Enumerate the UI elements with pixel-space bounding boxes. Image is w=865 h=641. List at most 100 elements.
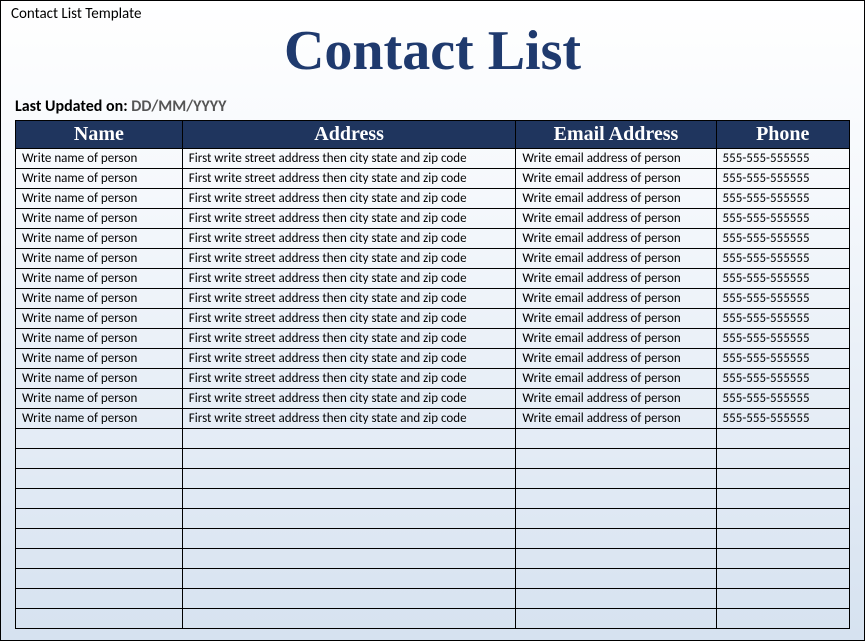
cell-phone[interactable]: 555-555-555555 [716,229,849,249]
cell-empty[interactable] [182,509,516,529]
cell-phone[interactable]: 555-555-555555 [716,189,849,209]
cell-empty[interactable] [516,549,716,569]
cell-empty[interactable] [16,549,183,569]
cell-name[interactable]: Write name of person [16,329,183,349]
cell-email[interactable]: Write email address of person [516,169,716,189]
cell-name[interactable]: Write name of person [16,249,183,269]
cell-address[interactable]: First write street address then city sta… [182,269,516,289]
cell-empty[interactable] [182,609,516,629]
cell-empty[interactable] [516,489,716,509]
cell-email[interactable]: Write email address of person [516,389,716,409]
cell-empty[interactable] [716,549,849,569]
cell-empty[interactable] [182,489,516,509]
cell-address[interactable]: First write street address then city sta… [182,389,516,409]
cell-address[interactable]: First write street address then city sta… [182,289,516,309]
cell-phone[interactable]: 555-555-555555 [716,289,849,309]
cell-empty[interactable] [16,489,183,509]
cell-address[interactable]: First write street address then city sta… [182,369,516,389]
cell-address[interactable]: First write street address then city sta… [182,189,516,209]
cell-name[interactable]: Write name of person [16,269,183,289]
cell-name[interactable]: Write name of person [16,169,183,189]
cell-empty[interactable] [16,609,183,629]
cell-address[interactable]: First write street address then city sta… [182,209,516,229]
cell-empty[interactable] [516,449,716,469]
cell-empty[interactable] [716,449,849,469]
cell-email[interactable]: Write email address of person [516,209,716,229]
cell-empty[interactable] [716,609,849,629]
cell-address[interactable]: First write street address then city sta… [182,309,516,329]
cell-empty[interactable] [182,529,516,549]
cell-empty[interactable] [516,429,716,449]
cell-phone[interactable]: 555-555-555555 [716,249,849,269]
cell-empty[interactable] [516,509,716,529]
cell-email[interactable]: Write email address of person [516,249,716,269]
cell-email[interactable]: Write email address of person [516,189,716,209]
cell-name[interactable]: Write name of person [16,209,183,229]
cell-phone[interactable]: 555-555-555555 [716,309,849,329]
cell-phone[interactable]: 555-555-555555 [716,329,849,349]
cell-phone[interactable]: 555-555-555555 [716,409,849,429]
cell-empty[interactable] [182,569,516,589]
cell-empty[interactable] [716,569,849,589]
cell-empty[interactable] [16,569,183,589]
cell-empty[interactable] [16,589,183,609]
cell-address[interactable]: First write street address then city sta… [182,409,516,429]
cell-address[interactable]: First write street address then city sta… [182,329,516,349]
cell-empty[interactable] [716,469,849,489]
cell-empty[interactable] [716,489,849,509]
cell-email[interactable]: Write email address of person [516,309,716,329]
cell-empty[interactable] [716,529,849,549]
cell-phone[interactable]: 555-555-555555 [716,149,849,169]
cell-phone[interactable]: 555-555-555555 [716,169,849,189]
cell-empty[interactable] [716,509,849,529]
cell-empty[interactable] [182,469,516,489]
cell-phone[interactable]: 555-555-555555 [716,269,849,289]
cell-email[interactable]: Write email address of person [516,269,716,289]
cell-empty[interactable] [16,449,183,469]
cell-empty[interactable] [516,529,716,549]
cell-address[interactable]: First write street address then city sta… [182,249,516,269]
cell-name[interactable]: Write name of person [16,149,183,169]
cell-address[interactable]: First write street address then city sta… [182,169,516,189]
contact-table: Name Address Email Address Phone Write n… [15,120,850,629]
cell-email[interactable]: Write email address of person [516,369,716,389]
cell-email[interactable]: Write email address of person [516,349,716,369]
cell-empty[interactable] [716,589,849,609]
cell-phone[interactable]: 555-555-555555 [716,369,849,389]
cell-name[interactable]: Write name of person [16,229,183,249]
cell-name[interactable]: Write name of person [16,409,183,429]
cell-name[interactable]: Write name of person [16,369,183,389]
cell-phone[interactable]: 555-555-555555 [716,349,849,369]
cell-empty[interactable] [16,469,183,489]
cell-email[interactable]: Write email address of person [516,229,716,249]
table-row: Write name of personFirst write street a… [16,209,850,229]
cell-empty[interactable] [182,549,516,569]
cell-name[interactable]: Write name of person [16,189,183,209]
cell-email[interactable]: Write email address of person [516,409,716,429]
table-row-empty [16,489,850,509]
cell-phone[interactable]: 555-555-555555 [716,209,849,229]
cell-empty[interactable] [516,469,716,489]
cell-empty[interactable] [182,449,516,469]
cell-email[interactable]: Write email address of person [516,149,716,169]
cell-empty[interactable] [516,569,716,589]
cell-empty[interactable] [716,429,849,449]
cell-empty[interactable] [16,509,183,529]
cell-address[interactable]: First write street address then city sta… [182,229,516,249]
cell-address[interactable]: First write street address then city sta… [182,149,516,169]
cell-empty[interactable] [16,429,183,449]
cell-email[interactable]: Write email address of person [516,329,716,349]
table-row: Write name of personFirst write street a… [16,249,850,269]
cell-name[interactable]: Write name of person [16,349,183,369]
cell-empty[interactable] [516,609,716,629]
cell-address[interactable]: First write street address then city sta… [182,349,516,369]
cell-phone[interactable]: 555-555-555555 [716,389,849,409]
cell-email[interactable]: Write email address of person [516,289,716,309]
cell-name[interactable]: Write name of person [16,309,183,329]
cell-empty[interactable] [16,529,183,549]
cell-empty[interactable] [516,589,716,609]
cell-name[interactable]: Write name of person [16,389,183,409]
cell-empty[interactable] [182,589,516,609]
cell-empty[interactable] [182,429,516,449]
cell-name[interactable]: Write name of person [16,289,183,309]
